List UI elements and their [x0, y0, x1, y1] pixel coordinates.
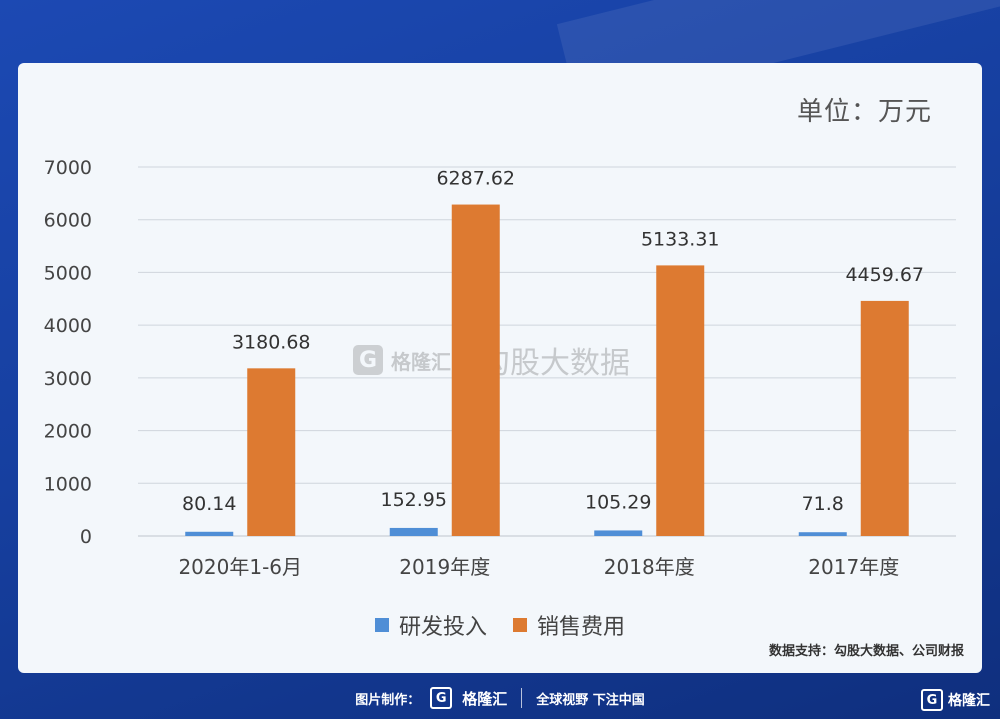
data-label-series1: 80.14: [182, 493, 236, 515]
data-label-series2: 6287.62: [436, 168, 515, 190]
footer-made-by: 图片制作：: [355, 692, 421, 708]
data-label-series2: 4459.67: [845, 264, 924, 286]
data-label-series1: 105.29: [585, 491, 651, 513]
legend-item-series2: 销售费用: [513, 609, 625, 641]
y-tick-label: 6000: [44, 210, 92, 232]
x-tick-label: 2020年1-6月: [178, 555, 302, 579]
x-tick-label: 2017年度: [808, 555, 899, 579]
footer-divider: [521, 688, 523, 708]
bar-series2: [247, 368, 296, 536]
chart-legend: 研发投入 销售费用: [18, 609, 982, 641]
bar-series1: [798, 532, 847, 536]
y-tick-label: 4000: [44, 315, 92, 337]
legend-label-series2: 销售费用: [537, 615, 626, 640]
y-tick-label: 3000: [44, 368, 92, 390]
footer-slogan: 全球视野 下注中国: [536, 692, 645, 708]
bar-series1: [185, 531, 234, 536]
data-label-series1: 152.95: [381, 489, 447, 511]
legend-swatch-series1: [374, 618, 389, 632]
chart-card: 单位：万元 G 格隆汇 勾股大数据 0 1000 2000 3000 4000 5000 6…: [18, 63, 982, 673]
bar-series2: [860, 300, 909, 536]
bar-series2: [656, 265, 705, 536]
footer-logo-icon: G: [430, 687, 453, 709]
corner-brand: G 格隆汇: [921, 689, 990, 711]
y-tick-label: 0: [80, 526, 92, 548]
y-tick-label: 2000: [44, 421, 92, 443]
corner-brand-text: 格隆汇: [948, 693, 990, 709]
legend-swatch-series2: [513, 618, 527, 632]
data-source: 数据支持：勾股大数据、公司财报: [768, 644, 964, 659]
x-tick-label: 2018年度: [604, 555, 695, 579]
bar-series1: [389, 527, 438, 536]
bar-series1: [594, 530, 643, 536]
legend-label-series1: 研发投入: [398, 615, 487, 640]
footer-brand: 格隆汇: [462, 689, 508, 708]
footer-bar: 图片制作： G 格隆汇 全球视野 下注中国: [0, 681, 1000, 715]
x-tick-label: 2019年度: [399, 555, 490, 579]
corner-logo-icon: G: [921, 689, 943, 711]
data-label-series2: 3180.68: [232, 331, 311, 353]
y-tick-label: 7000: [44, 157, 92, 179]
bar-chart: 0 1000 2000 3000 4000 5000 6000 7000 80.14 3180.6…: [44, 157, 956, 579]
y-tick-label: 1000: [44, 473, 92, 495]
y-tick-label: 5000: [44, 262, 92, 284]
data-label-series1: 71.8: [802, 493, 844, 515]
bar-series2: [451, 204, 500, 536]
data-label-series2: 5133.31: [641, 228, 720, 250]
legend-item-series1: 研发投入: [374, 609, 487, 641]
